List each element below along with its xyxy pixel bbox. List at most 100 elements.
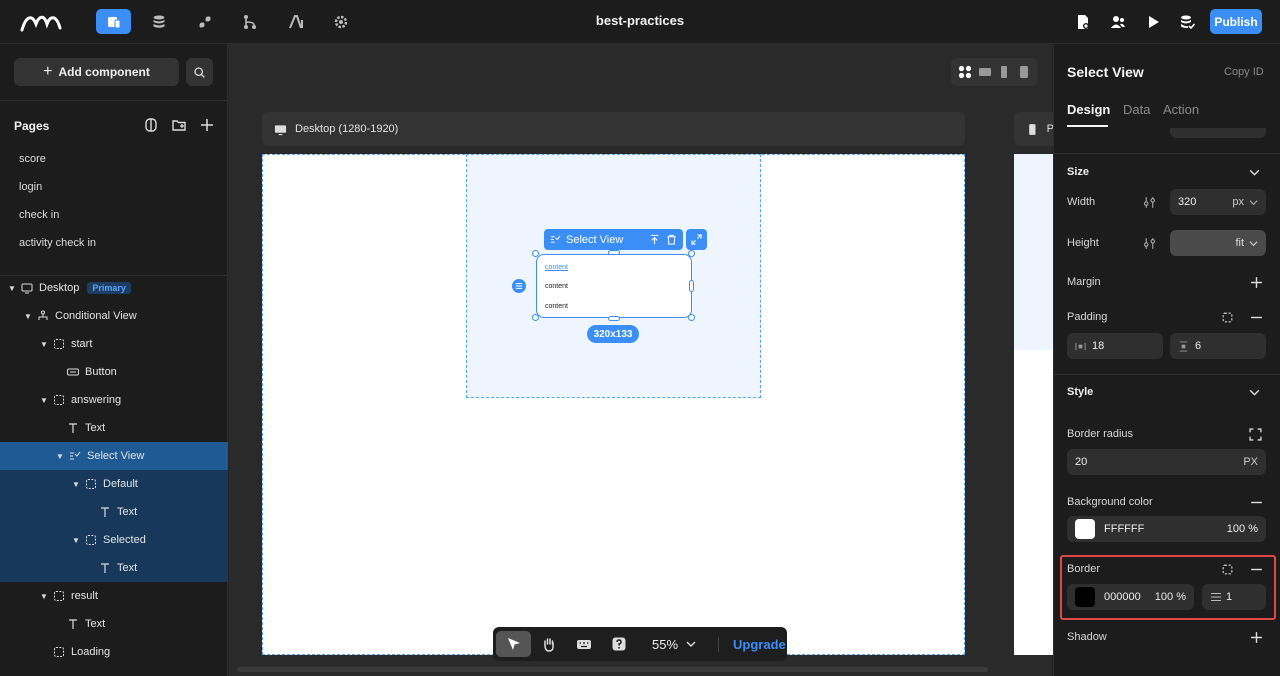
caret-down-icon[interactable]: ▼ [56, 452, 64, 461]
height-input[interactable]: fit [1170, 230, 1266, 256]
resize-handle-top[interactable] [608, 250, 620, 255]
component-search-button[interactable] [186, 58, 213, 86]
add-shadow-icon[interactable] [1249, 630, 1263, 644]
tree-node-desktop[interactable]: ▼ Desktop Primary [0, 274, 228, 302]
add-margin-icon[interactable] [1249, 275, 1263, 289]
chevron-down-icon[interactable] [1247, 165, 1261, 179]
size-mode-icon[interactable] [1142, 236, 1156, 250]
page-settings-button[interactable] [1065, 9, 1100, 34]
ai-nav-button[interactable] [278, 9, 313, 34]
upgrade-link[interactable]: Upgrade [718, 636, 786, 652]
background-color-swatch[interactable] [1075, 519, 1095, 539]
select-tool-button[interactable] [496, 631, 531, 657]
resize-handle-tr[interactable] [688, 250, 695, 257]
border-radius-input[interactable]: 20 PX [1067, 449, 1266, 475]
padding-horizontal-input[interactable]: 18 [1067, 333, 1163, 359]
selection-toolbar[interactable]: Select View [544, 229, 683, 250]
width-unit[interactable]: px [1232, 196, 1244, 208]
radius-individual-icon[interactable] [1248, 427, 1262, 441]
desktop-frame-header[interactable]: Desktop (1280-1920) [262, 112, 965, 146]
tree-node-answering[interactable]: ▼ answering [0, 386, 228, 414]
remove-padding-icon[interactable] [1249, 310, 1263, 324]
tree-node-text[interactable]: Text [0, 554, 228, 582]
size-indicator: 320x133 [587, 325, 639, 343]
page-item-check-in[interactable]: check in [19, 209, 59, 221]
preview-button[interactable] [1135, 9, 1170, 34]
panel-title: Select View [1067, 64, 1144, 80]
caret-down-icon[interactable]: ▼ [72, 536, 80, 545]
tree-node-start[interactable]: ▼ start [0, 330, 228, 358]
caret-down-icon[interactable]: ▼ [40, 592, 48, 601]
tree-node-text[interactable]: Text [0, 414, 228, 442]
option-item[interactable]: content [545, 264, 568, 271]
page-item-score[interactable]: score [19, 153, 46, 165]
phone-frame-header[interactable]: P [1014, 112, 1054, 146]
remove-background-icon[interactable] [1249, 495, 1263, 509]
tree-node-loading[interactable]: Loading [0, 638, 228, 666]
tree-node-selected[interactable]: ▼ Selected [0, 526, 228, 554]
add-folder-icon[interactable] [171, 117, 187, 133]
resize-handle-tl[interactable] [532, 250, 539, 257]
tree-node-select-view[interactable]: ▼ Select View [0, 442, 228, 470]
caret-down-icon[interactable]: ▼ [72, 480, 80, 489]
publish-button[interactable]: Publish [1210, 9, 1262, 34]
tree-label: result [71, 590, 98, 602]
tree-node-text[interactable]: Text [0, 610, 228, 638]
tablet-device-icon[interactable] [1017, 65, 1031, 79]
help-button[interactable] [601, 631, 636, 657]
add-page-icon[interactable] [199, 117, 215, 133]
keyboard-shortcuts-button[interactable] [566, 631, 601, 657]
tree-node-conditional-view[interactable]: ▼ Conditional View [0, 302, 228, 330]
database-check-button[interactable] [1169, 9, 1204, 34]
add-component-button[interactable]: + Add component [14, 58, 179, 86]
resize-handle-br[interactable] [688, 314, 695, 321]
pages-nav-button[interactable] [96, 9, 131, 34]
width-input[interactable]: 320 px [1170, 189, 1266, 215]
database-nav-button[interactable] [141, 9, 176, 34]
resize-handle-bottom[interactable] [608, 316, 620, 321]
desktop-device-icon[interactable] [978, 65, 992, 79]
trash-icon[interactable] [666, 234, 677, 245]
settings-nav-button[interactable] [323, 9, 358, 34]
resize-handle-right[interactable] [689, 280, 694, 292]
page-item-login[interactable]: login [19, 181, 42, 193]
tree-node-text[interactable]: Text [0, 498, 228, 526]
drag-handle[interactable] [512, 279, 526, 293]
mobile-device-icon[interactable] [997, 65, 1011, 79]
resize-handle-bl[interactable] [532, 314, 539, 321]
tree-node-result[interactable]: ▼ result [0, 582, 228, 610]
tab-design[interactable]: Design [1067, 102, 1110, 117]
all-devices-icon[interactable] [958, 65, 972, 79]
hand-tool-button[interactable] [531, 631, 566, 657]
select-view-component[interactable]: content content content [536, 254, 692, 318]
size-mode-icon[interactable] [1142, 195, 1156, 209]
app-logo-icon[interactable] [20, 10, 64, 34]
chevron-down-icon [686, 641, 696, 647]
api-nav-button[interactable] [187, 9, 222, 34]
caret-down-icon[interactable]: ▼ [8, 284, 16, 293]
copy-id-button[interactable]: Copy ID [1224, 66, 1264, 78]
chevron-down-icon[interactable] [1247, 385, 1261, 399]
caret-down-icon[interactable]: ▼ [40, 396, 48, 405]
zoom-dropdown[interactable]: 55% [652, 637, 696, 652]
move-up-icon[interactable] [649, 234, 660, 245]
background-color-input[interactable]: FFFFFF 100 % [1067, 516, 1266, 542]
option-item[interactable]: content [545, 303, 568, 310]
expand-button[interactable] [686, 229, 707, 250]
page-template-icon[interactable] [143, 117, 159, 133]
users-button[interactable] [1100, 9, 1135, 34]
tree-node-button[interactable]: Button [0, 358, 228, 386]
caret-down-icon[interactable]: ▼ [40, 340, 48, 349]
horizontal-scrollbar[interactable] [237, 667, 988, 672]
background-opacity[interactable]: 100 % [1227, 523, 1258, 535]
padding-vertical-input[interactable]: 6 [1170, 333, 1266, 359]
tree-node-default[interactable]: ▼ Default [0, 470, 228, 498]
tab-data[interactable]: Data [1123, 102, 1150, 117]
caret-down-icon[interactable]: ▼ [24, 312, 32, 321]
option-item[interactable]: content [545, 283, 568, 290]
tab-action[interactable]: Action [1163, 102, 1199, 117]
padding-individual-icon[interactable] [1220, 310, 1234, 324]
logic-nav-button[interactable] [232, 9, 267, 34]
page-item-activity-check-in[interactable]: activity check in [19, 237, 96, 249]
phone-frame-highlight [1014, 154, 1054, 350]
